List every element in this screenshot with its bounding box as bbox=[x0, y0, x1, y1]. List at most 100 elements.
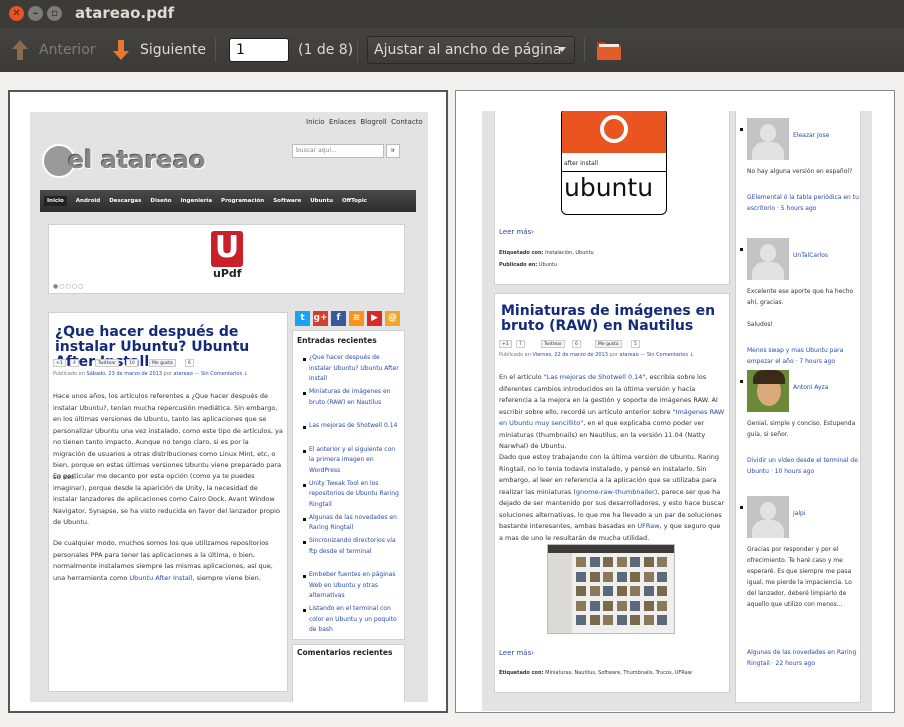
comment-post-link: GElemental ó la tabla periódica en tu es… bbox=[747, 194, 859, 212]
post-article: ¿Que hacer después de instalar Ubuntu? U… bbox=[48, 312, 288, 692]
previous-page-button[interactable]: Anterior bbox=[10, 28, 100, 72]
meta-comments: Sin Comentarios ↓ bbox=[200, 371, 248, 377]
ubuntu-circle-of-friends-icon bbox=[562, 111, 666, 153]
maximize-window-button[interactable]: ▫ bbox=[47, 6, 62, 21]
thumbnail-image bbox=[657, 586, 667, 596]
twitter-icon: t bbox=[295, 311, 310, 326]
avatar-body bbox=[752, 262, 784, 280]
site-menu-item: Android bbox=[75, 198, 101, 204]
open-file-button[interactable] bbox=[596, 38, 622, 62]
meta-author: atareao bbox=[173, 371, 193, 377]
site-search-button: Ir bbox=[386, 144, 400, 158]
thumbnail-image bbox=[643, 571, 654, 582]
hair-shape bbox=[753, 370, 785, 384]
bullet bbox=[303, 517, 306, 521]
social-icons: t g+ f ≋ ▶ @ bbox=[295, 311, 403, 326]
tags-line: Etiquetado con: Miniaturas, Nautilus, So… bbox=[499, 670, 692, 676]
thumbnail-image bbox=[603, 615, 613, 625]
site-menu-item: Software bbox=[273, 198, 302, 204]
rss-icon: ≋ bbox=[349, 311, 364, 326]
plus-one-button: +1 bbox=[53, 359, 66, 367]
page-count-label: (1 de 8) bbox=[298, 42, 354, 58]
thumbnail-image bbox=[603, 600, 613, 611]
thumbnail-image bbox=[603, 586, 613, 596]
recent-post-link: Unity Tweak Tool en los repositorios de … bbox=[309, 479, 399, 508]
like-button: Me gusta bbox=[149, 359, 176, 367]
recent-post-link: Embeber fuentes en páginas Web en Ubuntu… bbox=[309, 571, 396, 599]
tags-value: Instalación, Ubuntu bbox=[545, 250, 594, 256]
webpage-snapshot: Inicio Enlaces Blogroll Contacto el atar… bbox=[30, 112, 428, 702]
toolbar-separator bbox=[584, 38, 585, 62]
pdf-page-1[interactable]: Inicio Enlaces Blogroll Contacto el atar… bbox=[8, 90, 448, 713]
top-nav-link: Enlaces bbox=[328, 118, 356, 126]
p3-link: Ubuntu After Install bbox=[129, 573, 193, 582]
recent-post-link: YouTube TV en tu escritorio en Elementar… bbox=[309, 638, 401, 639]
p3-end: , siempre viene bien. bbox=[192, 573, 261, 582]
post-article: Miniaturas de imágenes en bruto (RAW) en… bbox=[494, 293, 730, 693]
thumbnail-image bbox=[630, 586, 640, 596]
comment-text: Excelente ese aporte que ha hecho ahí, g… bbox=[747, 288, 854, 328]
top-nav: Inicio Enlaces Blogroll Contacto bbox=[306, 116, 423, 128]
site-menu-item: Diseño bbox=[150, 198, 172, 204]
arrow-down-icon bbox=[113, 40, 129, 60]
comment-post-link: Algunas de las novedades en Raring Ringt… bbox=[747, 649, 857, 667]
zoom-value: Ajustar al ancho de página bbox=[374, 42, 562, 58]
thumbnail-image bbox=[657, 615, 667, 625]
minimize-window-button[interactable]: – bbox=[28, 6, 43, 21]
tweet-count: 10 bbox=[126, 359, 138, 367]
ubuntu-after-install-image: after install ubuntu bbox=[561, 111, 667, 215]
p2-link: UFRaw bbox=[637, 522, 660, 530]
category-label: Publicado en: bbox=[499, 262, 538, 268]
previous-page-label: Anterior bbox=[39, 42, 96, 58]
document-viewport[interactable]: Inicio Enlaces Blogroll Contacto el atar… bbox=[0, 72, 904, 727]
top-nav-link: Contacto bbox=[391, 118, 423, 126]
comment-author: Eleazar Jose bbox=[793, 132, 830, 139]
recent-comments-widget: Comentarios recientes bbox=[292, 644, 405, 702]
bullet bbox=[740, 128, 743, 131]
thumbnail-image bbox=[589, 557, 600, 567]
webpage-snapshot: after install ubuntu Leer más› Etiquetad… bbox=[482, 111, 872, 711]
p1-link: "Las mejoras de Shotwell 0.14" bbox=[543, 373, 646, 381]
post-paragraph-2: Dado que estoy trabajando con la última … bbox=[499, 452, 725, 544]
ubuntu-wordmark: ubuntu bbox=[564, 173, 654, 202]
meta-date: Viernes, 22 de marzo de 2013 bbox=[532, 352, 608, 358]
commenter-avatar bbox=[747, 370, 789, 412]
email-icon: @ bbox=[385, 311, 400, 326]
read-more-link: Leer más› bbox=[499, 649, 535, 657]
thumbnail-image bbox=[576, 586, 586, 596]
page-number-input[interactable] bbox=[229, 38, 289, 62]
comment-text: Gracias por responder y por el ofrecimie… bbox=[747, 546, 852, 608]
comment-text: Genial, simple y conciso. Estupenda guía… bbox=[747, 420, 856, 438]
recent-post-link: Miniaturas de imágenes en bruto (RAW) en… bbox=[309, 388, 391, 406]
comment-post-link: Dividir un vídeo desde el terminal de Ub… bbox=[747, 457, 858, 475]
thumbnail-image bbox=[657, 557, 667, 567]
pdf-page-2[interactable]: after install ubuntu Leer más› Etiquetad… bbox=[455, 90, 895, 713]
window-title: atareao.pdf bbox=[75, 4, 175, 22]
after-install-caption: after install bbox=[564, 160, 599, 167]
avatar-head bbox=[760, 124, 776, 142]
default-avatar-icon bbox=[747, 496, 789, 538]
meta-author: atareao bbox=[619, 352, 639, 358]
category-line: Publicado en: Ubuntu bbox=[499, 262, 557, 268]
bullet bbox=[303, 392, 306, 395]
close-window-button[interactable]: ✕ bbox=[9, 6, 24, 21]
zoom-select[interactable]: Ajustar al ancho de página bbox=[367, 36, 575, 64]
site-menu: Inicio Android Descargas Diseño Ingeniería Pr… bbox=[40, 190, 416, 212]
post-paragraph-3: De cualquier modo, muchos somos los que … bbox=[53, 538, 283, 584]
toolbar: Anterior Siguiente (1 de 8) Ajustar al a… bbox=[0, 28, 904, 72]
p1-text: En el artículo bbox=[499, 373, 544, 381]
meta-date: Sábado, 23 de marzo de 2013 bbox=[86, 371, 163, 377]
plus-one-button: +1 bbox=[499, 340, 512, 348]
site-menu-items: Inicio Android Descargas Diseño Ingeniería Pr… bbox=[44, 190, 376, 212]
site-menu-item: OffTopic bbox=[342, 198, 368, 204]
recent-post-link: Listando en el terminal con color en Ubu… bbox=[309, 605, 397, 633]
thumbnail-grid bbox=[576, 557, 672, 631]
comment-author: Antoni Ayza bbox=[793, 384, 829, 391]
thumbnail-image bbox=[616, 600, 627, 611]
thumbnail-image bbox=[616, 557, 627, 567]
slider-label: uPdf bbox=[213, 267, 242, 280]
google-plus-icon: g+ bbox=[313, 311, 328, 326]
avatar-head bbox=[760, 502, 776, 520]
title-bar: ✕ – ▫ atareao.pdf bbox=[0, 0, 904, 28]
next-page-button[interactable]: Siguiente bbox=[111, 28, 206, 72]
